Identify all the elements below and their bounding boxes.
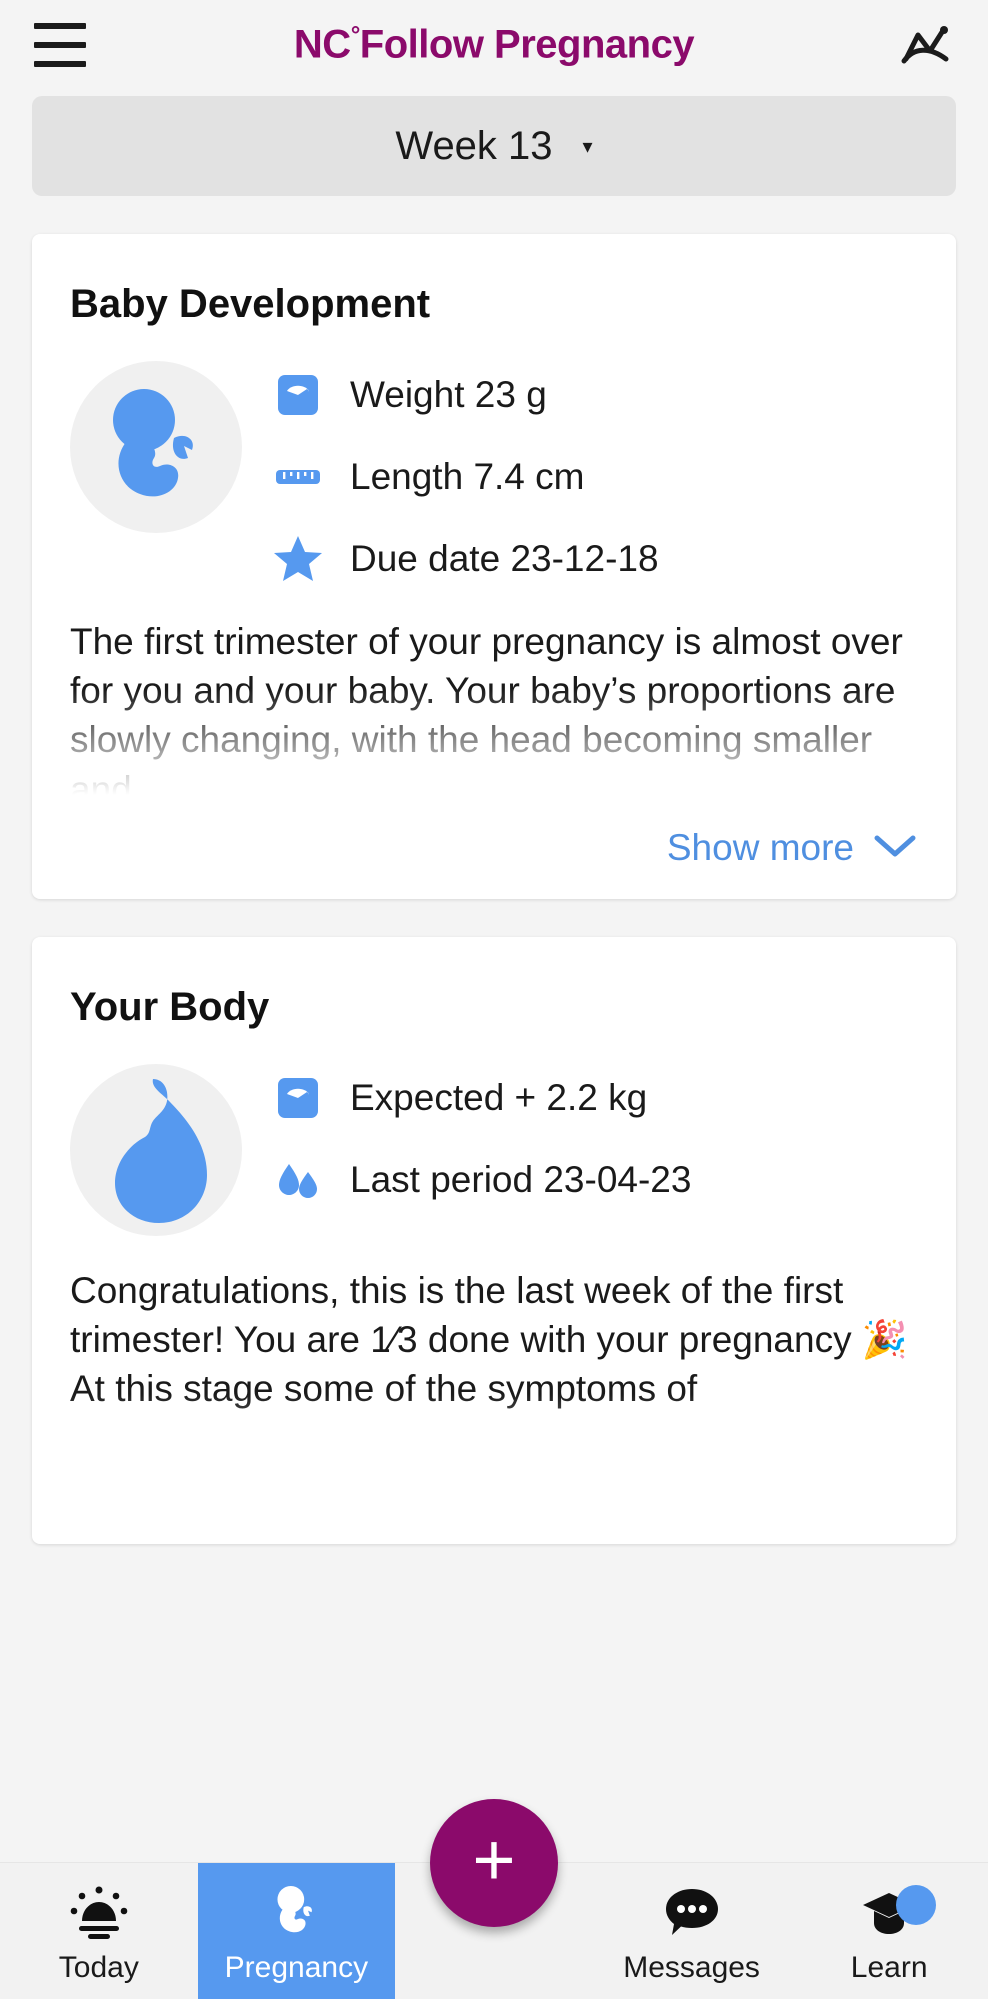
description-wrapper: The first trimester of your pregnancy is…: [70, 617, 918, 809]
pregnant-body-icon: [70, 1064, 242, 1236]
stat-row: Length 7.4 cm: [270, 449, 918, 505]
nav-item-pregnancy[interactable]: Pregnancy: [198, 1863, 396, 1999]
stat-label: Weight 23 g: [350, 374, 547, 416]
hamburger-menu-icon[interactable]: [34, 23, 86, 67]
stats-list: Weight 23 g: [270, 361, 918, 587]
description-wrapper: Congratulations, this is the last week o…: [70, 1266, 918, 1514]
week-selector[interactable]: Week 13 ▾: [32, 96, 956, 196]
sunrise-icon: [68, 1877, 130, 1939]
stat-row: Expected + 2.2 kg: [270, 1070, 918, 1126]
stat-row: Weight 23 g: [270, 367, 918, 423]
nav-label: Today: [59, 1951, 139, 1985]
your-body-card: Your Body: [32, 937, 956, 1544]
ruler-icon: [270, 449, 326, 505]
nav-item-today[interactable]: Today: [0, 1863, 198, 1999]
app-title-main: Follow Pregnancy: [360, 23, 694, 67]
page-title: NC°Follow Pregnancy: [0, 22, 988, 67]
app-title-degree: °: [351, 22, 360, 49]
show-more-label: Show more: [667, 827, 854, 869]
fetus-icon: [267, 1877, 325, 1939]
app-header: NC°Follow Pregnancy: [0, 0, 988, 90]
stats-list: Expected + 2.2 kg Last period 23-04-23: [270, 1064, 918, 1208]
card-body-row: Weight 23 g: [70, 361, 918, 587]
water-drops-icon: [270, 1152, 326, 1208]
show-more-button[interactable]: Show more: [70, 827, 918, 869]
stat-label: Due date 23-12-18: [350, 538, 659, 580]
weight-scale-icon: [270, 1070, 326, 1126]
content-scroll-area[interactable]: Baby Development: [0, 196, 988, 1999]
baby-development-card: Baby Development: [32, 234, 956, 899]
stat-label: Expected + 2.2 kg: [350, 1077, 647, 1119]
nav-label: Pregnancy: [225, 1951, 368, 1985]
nav-label: Messages: [623, 1951, 760, 1985]
stat-label: Length 7.4 cm: [350, 456, 584, 498]
stat-row: Last period 23-04-23: [270, 1152, 918, 1208]
notification-badge: [896, 1885, 936, 1925]
card-description: The first trimester of your pregnancy is…: [70, 617, 918, 809]
stat-row: Due date 23-12-18: [270, 531, 918, 587]
card-body-row: Expected + 2.2 kg Last period 23-04-23: [70, 1064, 918, 1236]
app-screen: NC°Follow Pregnancy Week 13 ▾ Baby Devel…: [0, 0, 988, 1999]
nav-item-messages[interactable]: Messages: [593, 1863, 791, 1999]
nav-label: Learn: [851, 1951, 928, 1985]
add-entry-fab[interactable]: +: [430, 1799, 558, 1927]
card-title: Baby Development: [70, 282, 918, 327]
stat-label: Last period 23-04-23: [350, 1159, 691, 1201]
fetus-icon: [70, 361, 242, 533]
plus-icon: +: [472, 1823, 515, 1897]
app-title-prefix: NC: [294, 23, 351, 67]
card-description: Congratulations, this is the last week o…: [70, 1266, 918, 1414]
chevron-down-icon: [872, 832, 918, 865]
week-selector-label: Week 13: [395, 124, 552, 169]
star-icon: [270, 531, 326, 587]
message-bubble-icon: [662, 1877, 722, 1939]
weight-scale-icon: [270, 367, 326, 423]
card-title: Your Body: [70, 985, 918, 1030]
nav-item-learn[interactable]: Learn: [790, 1863, 988, 1999]
chart-trend-icon[interactable]: [894, 19, 954, 71]
chevron-down-icon: ▾: [583, 134, 593, 159]
